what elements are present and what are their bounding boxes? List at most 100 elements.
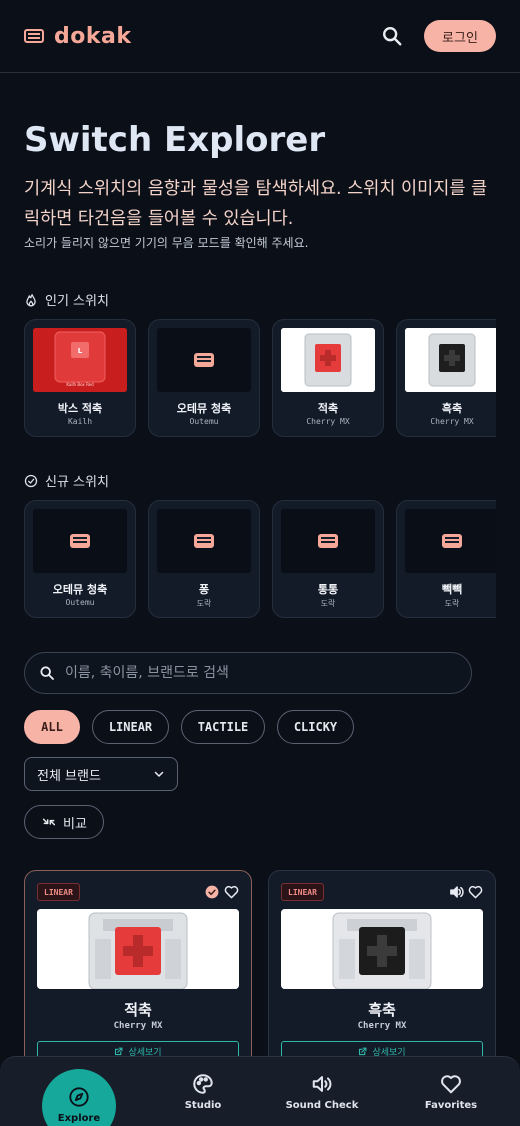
bottom-nav: Explore Studio Sound Check Favorites (0, 1056, 520, 1126)
switch-image[interactable] (37, 909, 239, 989)
svg-text:Kailh Box Red: Kailh Box Red (66, 382, 94, 387)
keyboard-icon (70, 534, 90, 548)
switch-image[interactable] (33, 509, 127, 573)
switch-image[interactable] (157, 328, 251, 392)
popular-card[interactable]: 흑축 Cherry MX (396, 319, 496, 437)
new-card[interactable]: 퐁 도락 (148, 500, 260, 618)
nav-item-explore[interactable]: Explore (42, 1075, 116, 1126)
compare-button[interactable]: 비교 (24, 805, 104, 839)
logo[interactable]: dokak (24, 24, 131, 49)
search-input[interactable] (65, 665, 445, 681)
new-section-label: 신규 스위치 (24, 471, 109, 490)
switch-card[interactable]: LINEAR 적축 Cherry MX 상세보기 (24, 870, 252, 1070)
red-switch-image (281, 328, 375, 392)
keyboard-icon (318, 534, 338, 548)
heart-icon[interactable] (224, 885, 239, 899)
login-button[interactable]: 로그인 (424, 20, 496, 52)
nav-item-sound-check[interactable]: Sound Check (282, 1057, 362, 1126)
popular-label: 인기 스위치 (45, 294, 109, 309)
switch-image[interactable] (281, 328, 375, 392)
compare-arrows-icon (42, 818, 56, 826)
black-switch-image (281, 909, 483, 989)
popular-section-label: 인기 스위치 (24, 290, 109, 309)
type-badge: LINEAR (37, 883, 80, 901)
new-card[interactable]: 빽빽 도락 (396, 500, 496, 618)
switch-brand: 도락 (444, 599, 460, 608)
switch-brand: Outemu (189, 417, 219, 426)
popular-card[interactable]: 적축 Cherry MX (272, 319, 384, 437)
keyboard-icon (442, 534, 462, 548)
new-card[interactable]: 오테뮤 청축 Outemu (24, 500, 136, 618)
switch-name: 적축 (317, 402, 339, 415)
brand-select[interactable]: 전체 브랜드 (24, 757, 178, 791)
compare-label: 비교 (63, 816, 87, 832)
switch-card[interactable]: LINEAR 흑축 Cherry MX 상세보기 (268, 870, 496, 1070)
heart-icon[interactable] (468, 885, 483, 899)
filter-chip-clicky[interactable]: CLICKY (277, 710, 354, 744)
compass-icon (69, 1087, 89, 1107)
switch-image[interactable] (405, 509, 496, 573)
switch-brand: Cherry MX (306, 417, 350, 426)
switch-name: 적축 (124, 1001, 152, 1019)
search-icon (40, 666, 54, 680)
switch-image[interactable] (281, 509, 375, 573)
logo-text: dokak (54, 23, 132, 49)
search-bar (24, 652, 472, 694)
volume-icon[interactable] (449, 885, 464, 899)
svg-text:L: L (78, 347, 83, 355)
switch-brand: Kailh (67, 417, 93, 426)
new-card[interactable]: 통통 도락 (272, 500, 384, 618)
switch-name: 박스 적축 (57, 402, 103, 415)
page-title: Switch Explorer (24, 120, 326, 160)
switch-brand: Cherry MX (430, 417, 474, 426)
keyboard-icon (194, 353, 214, 367)
badge-check-icon (24, 474, 38, 487)
chevron-down-icon (154, 771, 164, 777)
black-switch-image (405, 328, 496, 392)
filter-chip-linear[interactable]: LINEAR (92, 710, 169, 744)
switch-brand: 도락 (196, 599, 212, 608)
switch-image[interactable] (281, 909, 483, 989)
external-link-icon (115, 1047, 123, 1055)
switch-brand: Cherry MX (357, 1021, 407, 1031)
switch-brand: 도락 (320, 599, 336, 608)
nav-label: Studio (184, 1100, 222, 1111)
type-badge: LINEAR (281, 883, 324, 901)
mute-note: 소리가 들리지 않으면 기기의 무음 모드를 확인해 주세요. (24, 236, 309, 250)
palette-icon (193, 1074, 213, 1094)
nav-item-studio[interactable]: Studio (163, 1057, 243, 1126)
nav-label: Explore (57, 1113, 101, 1124)
switch-brand: Outemu (65, 598, 95, 607)
filter-chip-tactile[interactable]: TACTILE (181, 710, 265, 744)
kailh-box-red-image: L Kailh Box Red (33, 328, 127, 392)
page-description: 기계식 스위치의 음향과 물성을 탐색하세요. 스위치 이미지를 클릭하면 타건… (24, 179, 488, 229)
selected-check-icon[interactable] (205, 885, 219, 899)
search-icon[interactable] (381, 25, 403, 47)
popular-switch-row: L Kailh Box Red 박스 적축 Kailh 오테뮤 청축 Outem… (24, 319, 496, 439)
switch-name: 오테뮤 청축 (176, 402, 232, 415)
switch-name: 빽빽 (441, 583, 463, 596)
popular-card[interactable]: 오테뮤 청축 Outemu (148, 319, 260, 437)
switch-image[interactable] (405, 328, 496, 392)
popular-card[interactable]: L Kailh Box Red 박스 적축 Kailh (24, 319, 136, 437)
switch-name: 흑축 (441, 402, 463, 415)
switch-name: 흑축 (368, 1001, 396, 1019)
external-link-icon (359, 1047, 367, 1055)
switch-image[interactable] (157, 509, 251, 573)
nav-item-favorites[interactable]: Favorites (411, 1057, 491, 1126)
new-switch-row: 오테뮤 청축 Outemu 퐁 도락 통통 도락 빽빽 도락 (24, 500, 496, 620)
switch-name: 퐁 (198, 583, 210, 596)
switch-name: 오테뮤 청축 (52, 583, 108, 596)
switch-name: 통통 (317, 583, 339, 596)
brand-select-value: 전체 브랜드 (37, 768, 101, 784)
switch-image[interactable]: L Kailh Box Red (33, 328, 127, 392)
new-label: 신규 스위치 (45, 475, 109, 490)
keyboard-icon (24, 29, 44, 43)
nav-label: Sound Check (285, 1100, 359, 1111)
switch-brand: Cherry MX (113, 1021, 163, 1031)
red-switch-image (37, 909, 239, 989)
volume-icon (312, 1076, 332, 1092)
filter-chip-all[interactable]: ALL (24, 710, 80, 744)
flame-icon (26, 293, 36, 306)
heart-icon (441, 1075, 461, 1094)
